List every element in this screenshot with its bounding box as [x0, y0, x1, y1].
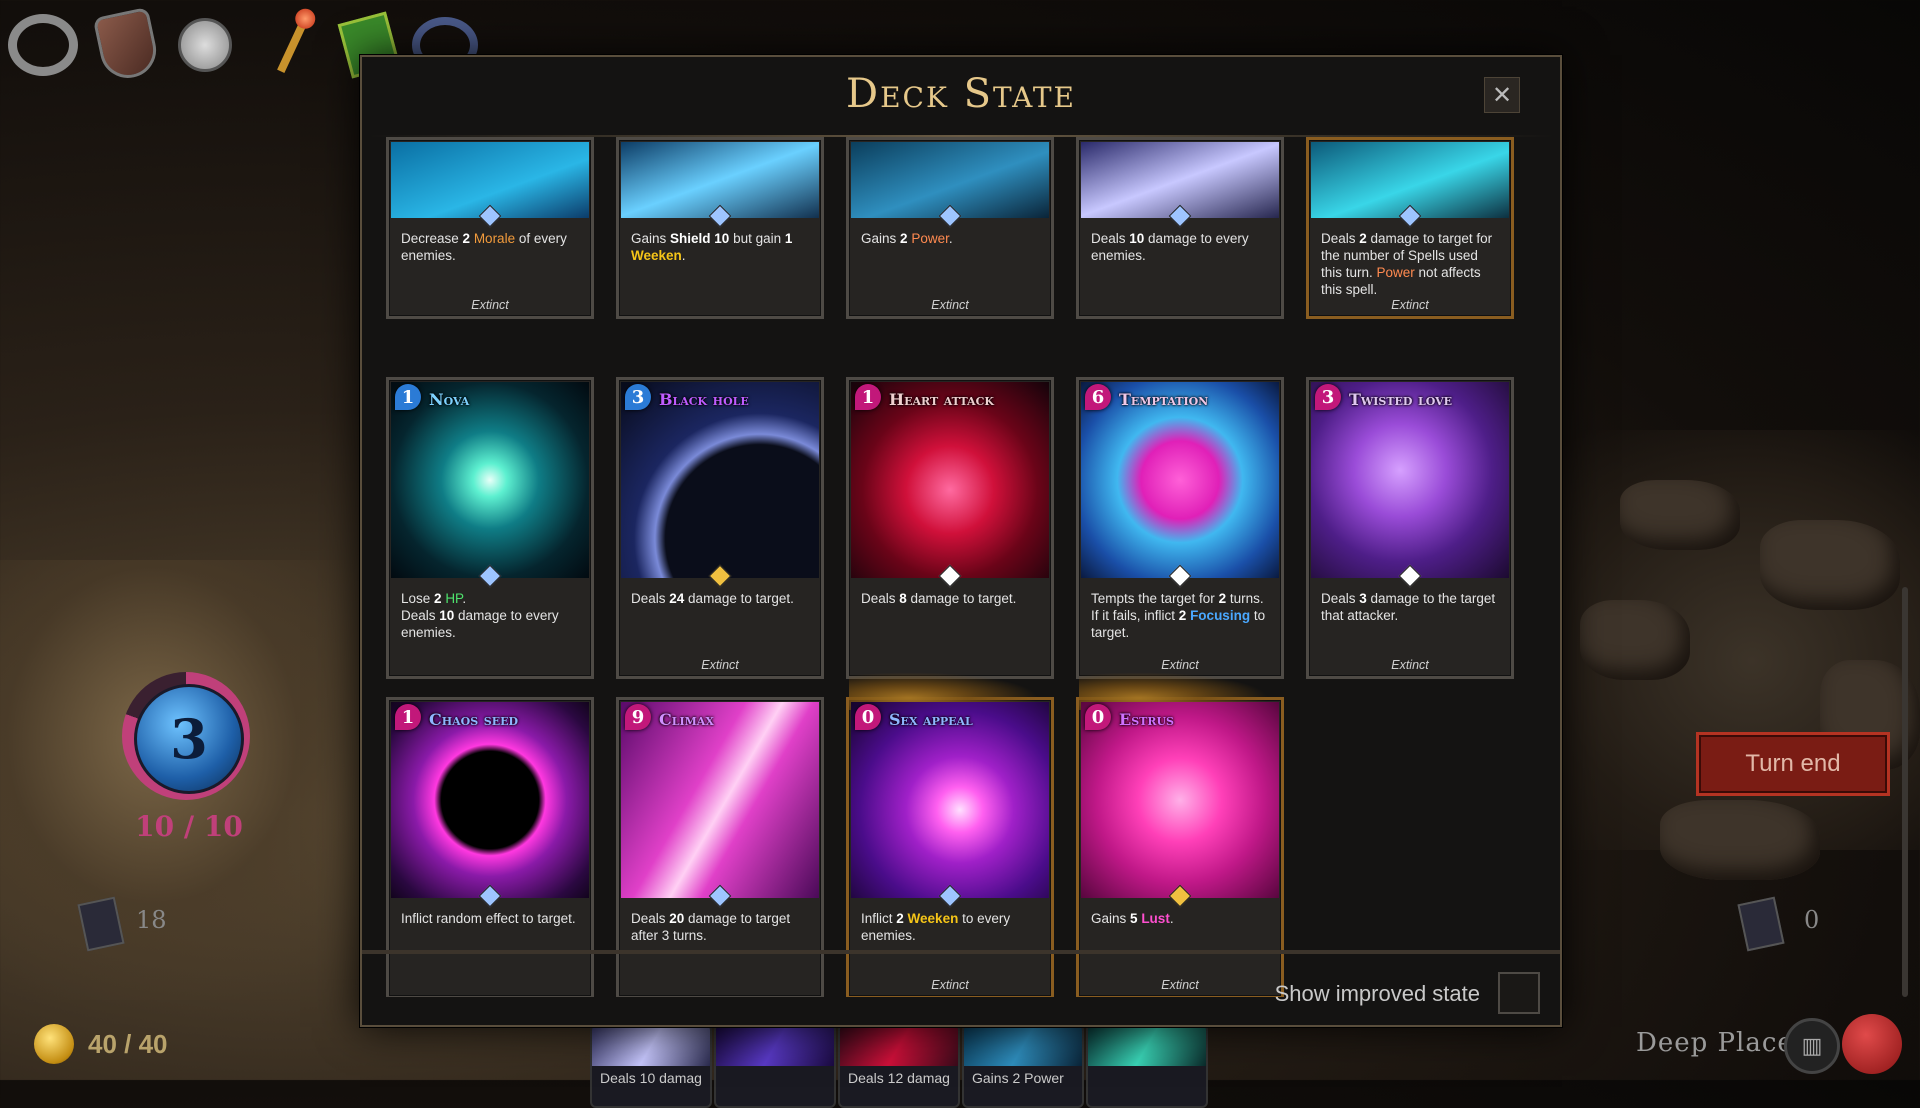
hand-card-text	[716, 1066, 834, 1074]
deck-card[interactable]: 3 Twisted love Deals 3 damage to the targe…	[1306, 377, 1514, 679]
deck-state-modal: Deck State ✕ Decrease 2 Morale of every …	[360, 55, 1908, 1027]
card-description: Gains 2 Power.	[861, 231, 953, 246]
deck-card[interactable]: Decrease 2 Morale of every enemies. Extin…	[386, 137, 594, 319]
footer-divider	[362, 950, 1560, 954]
hp-coin-icon	[34, 1024, 74, 1064]
rock	[1620, 480, 1740, 550]
card-art	[621, 382, 819, 578]
ring-icon[interactable]	[8, 10, 78, 80]
card-description: Deals 10 damage to every enemies.	[1091, 231, 1249, 263]
card-extinct-label: Extinct	[1391, 298, 1429, 312]
card-extinct-label: Extinct	[1161, 978, 1199, 992]
card-description: Deals 24 damage to target.	[631, 591, 794, 606]
hand-card[interactable]	[1086, 1024, 1208, 1108]
deck-card[interactable]: 1 Heart attack Deals 8 damage to target.	[846, 377, 1054, 679]
card-cost: 9	[625, 704, 651, 730]
card-cost: 6	[1085, 384, 1111, 410]
card-title: Twisted love	[1349, 390, 1453, 409]
shield-icon[interactable]	[92, 6, 162, 84]
pocket-watch-icon[interactable]	[170, 10, 240, 80]
card-grid[interactable]: Decrease 2 Morale of every enemies. Extin…	[386, 137, 1516, 997]
card-extinct-label: Extinct	[471, 298, 509, 312]
hand-card-text	[1088, 1066, 1206, 1074]
deck-card[interactable]: 1 Nova Lose 2 HP. Deals 10 damage to every …	[386, 377, 594, 679]
card-description: Deals 8 damage to target.	[861, 591, 1017, 606]
close-button[interactable]: ✕	[1484, 77, 1520, 113]
hand-card[interactable]	[714, 1024, 836, 1108]
card-cost: 0	[1085, 704, 1111, 730]
card-description: Gains 5 Lust.	[1091, 911, 1174, 926]
card-cost: 0	[855, 704, 881, 730]
show-improved-checkbox[interactable]	[1498, 972, 1540, 1014]
card-art	[1081, 702, 1279, 898]
card-title: Heart attack	[889, 390, 994, 409]
hand-card-text: Gains 2 Power	[972, 1070, 1064, 1086]
draw-pile-count: 18	[136, 906, 167, 934]
card-description: Inflict random effect to target.	[401, 911, 576, 926]
card-description: Deals 2 damage to target for the number …	[1321, 231, 1493, 297]
deck-card[interactable]: 3 Black hole Deals 24 damage to target. Ext…	[616, 377, 824, 679]
card-extinct-label: Extinct	[1391, 658, 1429, 672]
rock	[1660, 800, 1820, 880]
deck-card[interactable]: Gains Shield 10 but gain 1 Weeken.	[616, 137, 824, 319]
rock	[1580, 600, 1690, 680]
card-description: Inflict 2 Weeken to every enemies.	[861, 911, 1011, 943]
hand-card[interactable]: Deals 10 damag	[590, 1024, 712, 1108]
energy-orb: 3	[134, 684, 244, 794]
deck-card[interactable]: Deals 2 damage to target for the number …	[1306, 137, 1514, 319]
card-title: Temptation	[1119, 390, 1209, 409]
card-art	[851, 702, 1049, 898]
discard-pile-count: 0	[1804, 906, 1820, 934]
card-description: Tempts the target for 2 turns. If it fai…	[1091, 591, 1266, 640]
logo-icon[interactable]	[1842, 1014, 1902, 1074]
card-description: Gains Shield 10 but gain 1 Weeken.	[631, 231, 793, 263]
scrollbar[interactable]	[1902, 587, 1908, 997]
hand-card-text: Deals 12 damag	[848, 1070, 950, 1086]
card-title: Nova	[429, 390, 470, 409]
card-art	[391, 382, 589, 578]
card-cost: 1	[395, 704, 421, 730]
rock	[1760, 520, 1900, 610]
card-title: Estrus	[1119, 710, 1175, 729]
show-improved-label: Show improved state	[1274, 981, 1480, 1006]
card-art	[391, 702, 589, 898]
energy-count: 10 / 10	[135, 810, 243, 843]
card-title: Black hole	[659, 390, 749, 409]
card-description: Lose 2 HP. Deals 10 damage to every enemi…	[401, 591, 559, 640]
hand-card[interactable]: Gains 2 Power	[962, 1024, 1084, 1108]
deck-card[interactable]: 6 Temptation Tempts the target for 2 turns…	[1076, 377, 1284, 679]
card-cost: 3	[1315, 384, 1341, 410]
card-title: Climax	[659, 710, 714, 729]
hp-value: 40 / 40	[88, 1028, 168, 1059]
card-description: Deals 3 damage to the target that attack…	[1321, 591, 1496, 623]
deck-card[interactable]: Gains 2 Power. Extinct	[846, 137, 1054, 319]
card-art	[1311, 382, 1509, 578]
staff-icon[interactable]	[258, 5, 328, 80]
card-cost: 1	[395, 384, 421, 410]
hp-display: 40 / 40	[34, 1024, 168, 1064]
card-art	[851, 382, 1049, 578]
card-cost: 3	[625, 384, 651, 410]
location-label: Deep Place	[1636, 1028, 1794, 1058]
hand-card-text: Deals 10 damag	[600, 1070, 702, 1086]
card-title: Sex appeal	[889, 710, 973, 729]
modal-title: Deck State	[846, 71, 1076, 117]
card-title: Chaos seed	[429, 710, 519, 729]
card-description: Deals 20 damage to target after 3 turns.	[631, 911, 791, 943]
card-cost: 1	[855, 384, 881, 410]
card-art	[1081, 382, 1279, 578]
card-art	[621, 702, 819, 898]
card-extinct-label: Extinct	[931, 978, 969, 992]
deck-card[interactable]: Deals 10 damage to every enemies.	[1076, 137, 1284, 319]
card-extinct-label: Extinct	[931, 298, 969, 312]
card-description: Decrease 2 Morale of every enemies.	[401, 231, 567, 263]
hand-card[interactable]: Deals 12 damag	[838, 1024, 960, 1108]
turn-end-button[interactable]: Turn end	[1696, 732, 1890, 796]
book-icon[interactable]: ▥	[1784, 1018, 1840, 1074]
discard-pile-icon[interactable]	[1737, 896, 1785, 952]
card-extinct-label: Extinct	[701, 658, 739, 672]
